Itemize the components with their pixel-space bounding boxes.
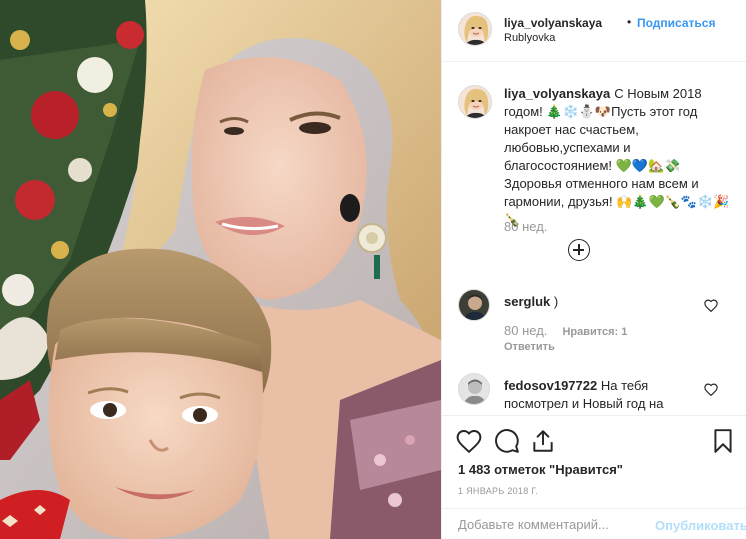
post-header: liya_volyanskaya • Подписаться Rublyovka (442, 0, 746, 62)
comment-input[interactable] (458, 517, 648, 532)
add-comment-bar: Опубликовать (442, 508, 746, 539)
comment-likes[interactable]: Нравится: 1 (562, 326, 627, 338)
post-location[interactable]: Rublyovka (504, 32, 555, 44)
likes-count[interactable]: 1 483 отметок "Нравится" (458, 462, 623, 477)
caption-text: С Новым 2018 годом! 🎄❄️⛄🐶Пусть этот год … (504, 86, 730, 227)
caption-username[interactable]: liya_volyanskaya (504, 86, 610, 101)
author-username[interactable]: liya_volyanskaya (504, 16, 602, 30)
caption-author-avatar[interactable] (458, 85, 492, 119)
caption-text-block: liya_volyanskaya С Новым 2018 годом! 🎄❄️⛄… (504, 85, 738, 229)
comment-icon[interactable] (494, 428, 520, 454)
heart-icon[interactable] (704, 383, 718, 396)
user-avatar-icon (459, 374, 489, 404)
comment-text: ) (553, 294, 559, 309)
post-photo[interactable] (0, 0, 441, 539)
heart-icon[interactable] (704, 299, 718, 312)
commenter-avatar[interactable] (458, 289, 490, 321)
post-date[interactable]: 1 ЯНВАРЬ 2018 Г. (458, 486, 538, 496)
follow-button[interactable]: Подписаться (637, 16, 715, 30)
load-more-comments-button[interactable] (568, 239, 590, 261)
comments-list[interactable]: liya_volyanskaya С Новым 2018 годом! 🎄❄️⛄… (442, 63, 746, 415)
user-avatar-icon (459, 86, 491, 118)
user-avatar-icon (459, 13, 491, 45)
author-avatar[interactable] (458, 12, 492, 46)
separator-dot: • (627, 15, 632, 29)
post-sidebar: liya_volyanskaya • Подписаться Rublyovka (441, 0, 746, 539)
user-avatar-icon (459, 290, 489, 320)
share-icon[interactable] (530, 428, 556, 454)
publish-button[interactable]: Опубликовать (655, 518, 746, 533)
comment-item: fedosov197722 На тебя посмотрел и Новый … (458, 373, 738, 415)
reply-button[interactable]: Ответить (504, 341, 555, 353)
comment-timestamp[interactable]: 80 нед. (504, 323, 547, 338)
comment-meta: 80 нед. Нравится: 1 (504, 323, 627, 338)
comment-username[interactable]: fedosov197722 (504, 378, 597, 393)
comment-text-block: fedosov197722 На тебя посмотрел и Новый … (504, 377, 704, 413)
photo-illustration (0, 0, 441, 539)
heart-icon[interactable] (456, 428, 482, 454)
comment-username[interactable]: sergluk (504, 294, 550, 309)
comment-item: sergluk ) 80 нед. Нравится: 1 Ответить (458, 289, 738, 369)
comment-text-block: sergluk ) (504, 293, 704, 311)
instagram-post: liya_volyanskaya • Подписаться Rublyovka (0, 0, 746, 539)
bookmark-icon[interactable] (710, 428, 736, 454)
caption-timestamp[interactable]: 80 нед. (504, 219, 547, 234)
commenter-avatar[interactable] (458, 373, 490, 405)
